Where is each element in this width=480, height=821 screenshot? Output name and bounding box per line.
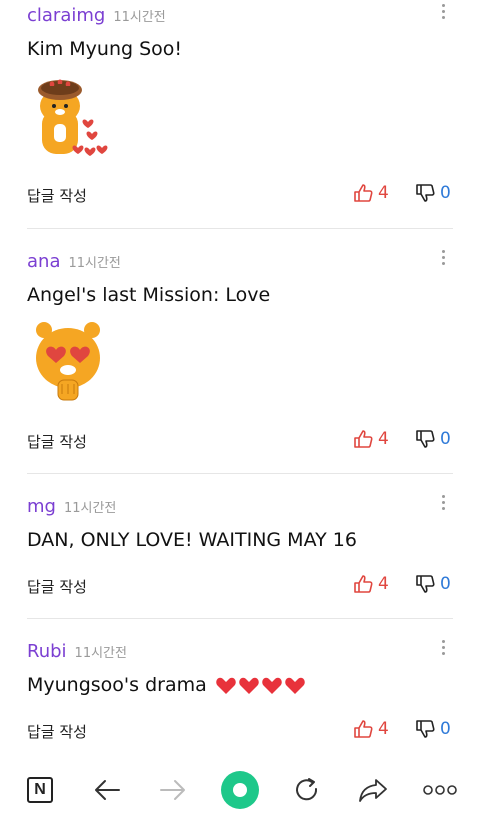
divider [27, 228, 453, 229]
like-button[interactable]: 4 [353, 183, 389, 203]
comment-meta: ana 11시간전 [27, 246, 121, 276]
heart-icon [285, 677, 305, 694]
refresh-button[interactable] [287, 770, 327, 810]
thumbs-down-icon [416, 184, 435, 202]
heart-icon [262, 677, 282, 694]
comment-time: 11시간전 [113, 9, 166, 25]
more-options-icon[interactable] [440, 4, 446, 19]
like-count: 4 [378, 719, 389, 739]
like-button[interactable]: 4 [353, 429, 389, 449]
like-count: 4 [378, 574, 389, 594]
ryan-sticker-heart-basket [30, 72, 116, 168]
dislike-button[interactable]: 0 [415, 429, 451, 449]
reply-button[interactable]: 답글 작성 [27, 431, 87, 452]
comment-meta: Rubi 11시간전 [27, 636, 127, 666]
thumbs-up-icon [354, 430, 373, 448]
dislike-button[interactable]: 0 [415, 574, 451, 594]
comment-actions: 답글 작성 4 0 [27, 719, 453, 747]
comment-actions: 답글 작성 4 0 [27, 183, 453, 211]
comment-username[interactable]: Rubi [27, 641, 67, 662]
comment-actions: 답글 작성 4 0 [27, 429, 453, 457]
thumbs-down-icon [416, 720, 435, 738]
green-circle-button[interactable] [220, 770, 260, 810]
thumbs-down-icon [416, 430, 435, 448]
thumbs-up-icon [354, 575, 373, 593]
refresh-icon [296, 778, 318, 801]
comment-text-body: Myungsoo's drama [27, 674, 207, 696]
forward-button[interactable] [153, 770, 193, 810]
heart-icon [216, 677, 236, 694]
comment-meta: mg 11시간전 [27, 491, 116, 521]
back-arrow-icon [95, 780, 120, 800]
like-button[interactable]: 4 [353, 719, 389, 739]
forward-arrow-icon [160, 780, 185, 800]
comment-text: Angel's last Mission: Love [27, 284, 271, 306]
comment-text: Kim Myung Soo! [27, 38, 183, 60]
like-button[interactable]: 4 [353, 574, 389, 594]
reply-button[interactable]: 답글 작성 [27, 721, 87, 742]
more-icon [423, 785, 457, 795]
comment-time: 11시간전 [63, 500, 117, 516]
dislike-count: 0 [440, 574, 451, 594]
more-menu-button[interactable] [420, 770, 460, 810]
comment-meta: claraimg 11시간전 [27, 0, 166, 30]
bottom-browser-bar: N [0, 760, 480, 821]
comment-time: 11시간전 [68, 255, 121, 271]
comment-username[interactable]: claraimg [27, 5, 105, 26]
comment-time: 11시간전 [74, 645, 127, 661]
comment-actions: 답글 작성 4 0 [27, 574, 453, 602]
dislike-count: 0 [440, 429, 451, 449]
divider [27, 618, 453, 619]
naver-home-icon: N [27, 777, 53, 803]
share-button[interactable] [353, 770, 393, 810]
green-circle-icon [221, 771, 259, 809]
more-options-icon[interactable] [440, 495, 446, 510]
more-options-icon[interactable] [440, 640, 446, 655]
thumbs-down-icon [416, 575, 435, 593]
comment-text: DAN, ONLY LOVE! WAITING MAY 16 [27, 529, 357, 551]
reply-button[interactable]: 답글 작성 [27, 576, 87, 597]
dislike-count: 0 [440, 719, 451, 739]
dislike-button[interactable]: 0 [415, 183, 451, 203]
naver-home-button[interactable]: N [20, 770, 60, 810]
divider [27, 473, 453, 474]
comment-username[interactable]: ana [27, 251, 60, 272]
like-count: 4 [378, 429, 389, 449]
reply-button[interactable]: 답글 작성 [27, 185, 87, 206]
back-button[interactable] [87, 770, 127, 810]
heart-icon [239, 677, 259, 694]
dislike-count: 0 [440, 183, 451, 203]
heart-emoji-group [215, 676, 307, 696]
like-count: 4 [378, 183, 389, 203]
thumbs-up-icon [354, 184, 373, 202]
share-icon [359, 779, 387, 802]
comment-username[interactable]: mg [27, 496, 56, 517]
dislike-button[interactable]: 0 [415, 719, 451, 739]
more-options-icon[interactable] [440, 250, 446, 265]
thumbs-up-icon [354, 720, 373, 738]
ryan-sticker-heart-eyes [30, 320, 110, 406]
comment-text: Myungsoo's drama [27, 674, 307, 696]
